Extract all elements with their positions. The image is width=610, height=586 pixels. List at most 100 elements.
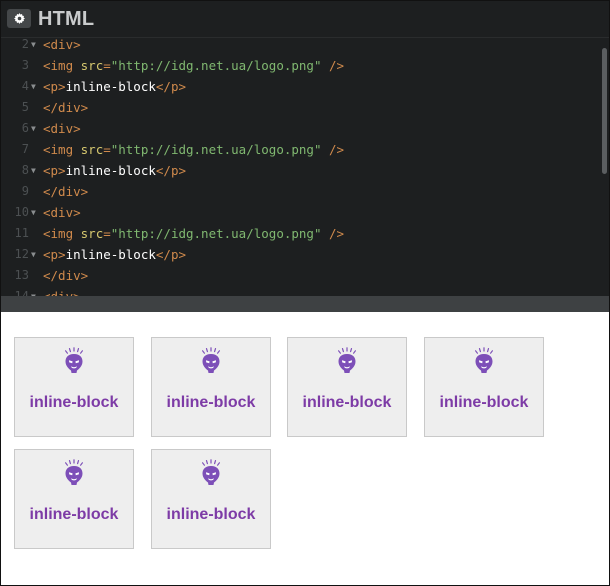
code-text: <div> bbox=[43, 34, 81, 55]
inline-block-tile: inline-block bbox=[424, 337, 544, 437]
idg-logo-icon bbox=[201, 347, 220, 373]
code-text: </div> bbox=[43, 97, 88, 118]
code-text: <p>inline-block</p> bbox=[43, 244, 186, 265]
code-token: <p> bbox=[43, 247, 66, 262]
tile-label: inline-block bbox=[439, 394, 529, 411]
tile-label: inline-block bbox=[29, 394, 119, 411]
code-token: <p> bbox=[43, 163, 66, 178]
code-line[interactable]: 4 ▼ <p>inline-block</p> bbox=[1, 76, 601, 97]
code-token: inline-block bbox=[65, 163, 156, 178]
editor-scrollbar[interactable] bbox=[602, 48, 607, 174]
code-text: <p>inline-block</p> bbox=[43, 160, 186, 181]
code-token: <img bbox=[43, 142, 81, 157]
code-line[interactable]: 11 <img src="http://idg.net.ua/logo.png" … bbox=[1, 223, 601, 244]
line-number: 5 bbox=[21, 100, 29, 114]
code-token: = bbox=[103, 58, 111, 73]
codepen-frame: HTML 2 ▼ <div> 3 <img src="http://idg.net.ua… bbox=[0, 0, 610, 586]
code-token: inline-block bbox=[65, 79, 156, 94]
code-token: </div> bbox=[43, 184, 89, 199]
idg-logo-icon bbox=[337, 347, 356, 373]
code-text: <div> bbox=[43, 286, 81, 296]
settings-button[interactable] bbox=[7, 9, 31, 28]
code-token: <div> bbox=[43, 205, 81, 220]
code-token: src bbox=[80, 58, 104, 73]
code-line[interactable]: 8 ▼ <p>inline-block</p> bbox=[1, 160, 601, 181]
gear-icon bbox=[13, 13, 25, 24]
code-line[interactable]: 12 ▼ <p>inline-block</p> bbox=[1, 244, 601, 265]
code-token: inline-block bbox=[65, 247, 156, 262]
code-token: "http://idg.net.ua/logo.png" bbox=[110, 142, 322, 157]
code-text: <img src="http://idg.net.ua/logo.png" /> bbox=[43, 139, 344, 160]
fold-arrow-icon[interactable]: ▼ bbox=[31, 202, 39, 223]
line-number: 7 bbox=[21, 142, 29, 156]
fold-arrow-icon[interactable]: ▼ bbox=[31, 34, 39, 55]
inline-block-tile: inline-block bbox=[151, 337, 271, 437]
code-line[interactable]: 9 </div> bbox=[1, 181, 601, 202]
line-number: 6 bbox=[21, 121, 29, 135]
code-token: <div> bbox=[43, 121, 81, 136]
fold-arrow-icon[interactable]: ▼ bbox=[31, 160, 39, 181]
inline-block-tile: inline-block bbox=[151, 449, 271, 549]
code-line[interactable]: 2 ▼ <div> bbox=[1, 34, 601, 55]
code-text: </div> bbox=[43, 181, 88, 202]
code-token: </p> bbox=[155, 79, 186, 94]
code-token: "http://idg.net.ua/logo.png" bbox=[110, 58, 322, 73]
idg-logo-icon bbox=[201, 459, 220, 485]
code-area[interactable]: 2 ▼ <div> 3 <img src="http://idg.net.ua/logo… bbox=[1, 34, 609, 296]
editor-header: HTML bbox=[1, 1, 609, 38]
tile-label: inline-block bbox=[29, 506, 119, 523]
code-line[interactable]: 6 ▼ <div> bbox=[1, 118, 601, 139]
fold-arrow-icon[interactable]: ▼ bbox=[31, 244, 39, 265]
idg-logo-icon bbox=[64, 347, 83, 373]
code-text: </div> bbox=[43, 265, 88, 286]
code-text: <p>inline-block</p> bbox=[43, 76, 186, 97]
code-token: </div> bbox=[43, 100, 89, 115]
line-number: 13 bbox=[14, 268, 29, 282]
line-number: 12 bbox=[14, 247, 29, 261]
code-token: <img bbox=[43, 58, 81, 73]
line-number: 10 bbox=[14, 205, 29, 219]
code-token: <div> bbox=[43, 289, 81, 296]
code-text: <img src="http://idg.net.ua/logo.png" /> bbox=[43, 223, 344, 244]
fold-arrow-icon[interactable]: ▼ bbox=[31, 286, 39, 296]
panel-resize-handle[interactable] bbox=[1, 296, 609, 312]
code-line[interactable]: 5 </div> bbox=[1, 97, 601, 118]
code-token: = bbox=[103, 142, 111, 157]
code-token: "http://idg.net.ua/logo.png" bbox=[110, 226, 322, 241]
code-token: = bbox=[103, 226, 111, 241]
line-number: 8 bbox=[21, 163, 29, 177]
line-number: 14 bbox=[14, 289, 29, 296]
tile-label: inline-block bbox=[166, 506, 256, 523]
tile-label: inline-block bbox=[302, 394, 392, 411]
idg-logo-icon bbox=[64, 459, 83, 485]
inline-block-tile: inline-block bbox=[14, 449, 134, 549]
line-number: 2 bbox=[21, 37, 29, 51]
code-token: </p> bbox=[155, 247, 186, 262]
tile-label: inline-block bbox=[166, 394, 256, 411]
html-editor-panel: HTML 2 ▼ <div> 3 <img src="http://idg.net.ua… bbox=[1, 1, 609, 296]
code-line[interactable]: 13 </div> bbox=[1, 265, 601, 286]
code-token: /> bbox=[321, 58, 345, 73]
code-text: <div> bbox=[43, 202, 81, 223]
code-line[interactable]: 3 <img src="http://idg.net.ua/logo.png" /… bbox=[1, 55, 601, 76]
line-number: 11 bbox=[14, 226, 29, 240]
code-token: src bbox=[80, 142, 104, 157]
code-text: <img src="http://idg.net.ua/logo.png" /> bbox=[43, 55, 344, 76]
editor-title: HTML bbox=[38, 8, 95, 30]
code-token: <img bbox=[43, 226, 81, 241]
fold-arrow-icon[interactable]: ▼ bbox=[31, 76, 39, 97]
code-line[interactable]: 10 ▼ <div> bbox=[1, 202, 601, 223]
inline-block-tile: inline-block bbox=[287, 337, 407, 437]
fold-arrow-icon[interactable]: ▼ bbox=[31, 118, 39, 139]
idg-logo-icon bbox=[474, 347, 493, 373]
code-line[interactable]: 14▼ <div> bbox=[1, 286, 601, 296]
code-token: /> bbox=[321, 226, 345, 241]
line-number: 4 bbox=[21, 79, 29, 93]
code-token: <p> bbox=[43, 79, 66, 94]
code-line[interactable]: 7 <img src="http://idg.net.ua/logo.png" /… bbox=[1, 139, 601, 160]
result-panel: inline-block inline-block inline-block inli… bbox=[1, 312, 609, 585]
code-token: </p> bbox=[155, 163, 186, 178]
code-text: <div> bbox=[43, 118, 81, 139]
inline-block-tile: inline-block bbox=[14, 337, 134, 437]
code-token: <div> bbox=[43, 37, 81, 52]
